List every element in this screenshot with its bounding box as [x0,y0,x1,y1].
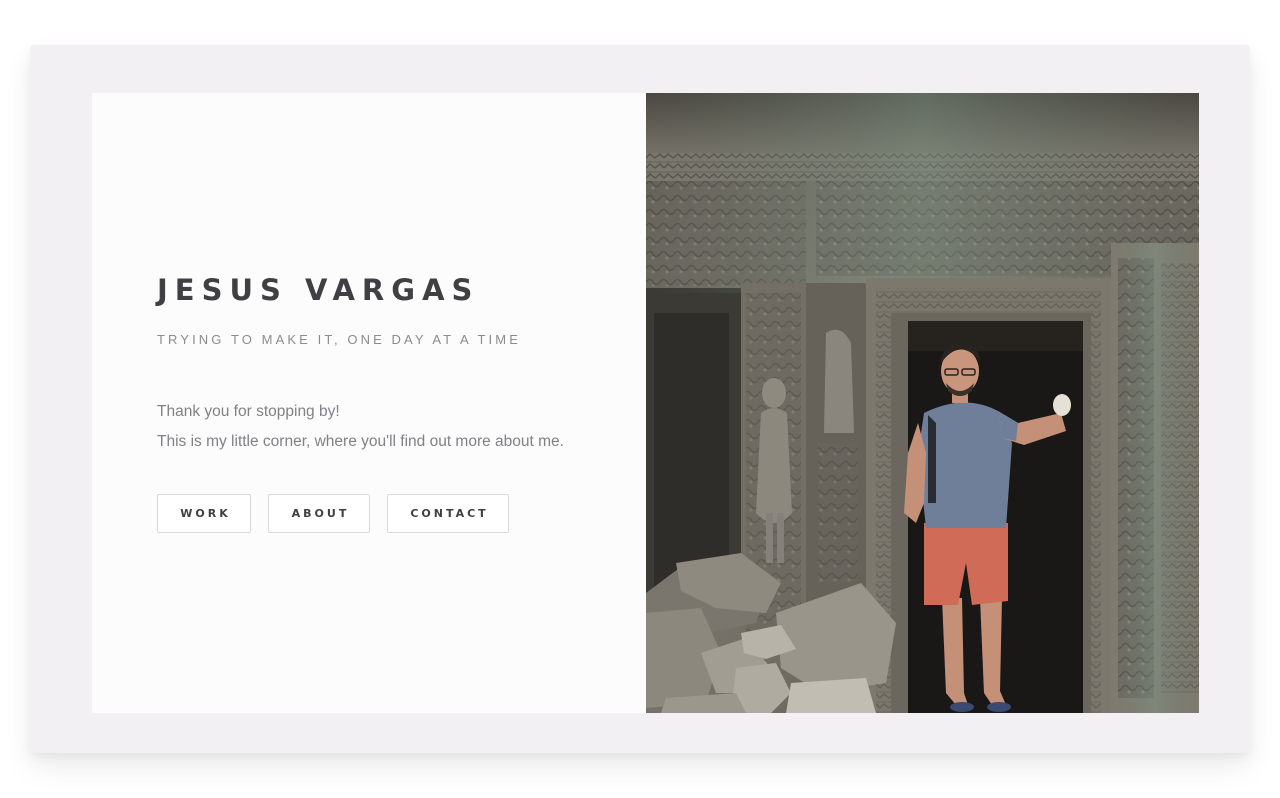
main-nav: WORK ABOUT CONTACT [157,494,526,533]
intro-line-2: This is my little corner, where you'll f… [157,433,564,450]
work-button[interactable]: WORK [157,494,251,533]
contact-button[interactable]: CONTACT [387,494,509,533]
about-button[interactable]: ABOUT [268,494,370,533]
intro-panel: JESUS VARGAS TRYING TO MAKE IT, ONE DAY … [92,93,646,713]
intro-text: Thank you for stopping by! This is my li… [157,397,564,457]
temple-photo-illustration [646,93,1199,713]
site-tagline: TRYING TO MAKE IT, ONE DAY AT A TIME [157,332,521,347]
hero-card: JESUS VARGAS TRYING TO MAKE IT, ONE DAY … [92,93,1199,713]
profile-photo [646,93,1199,713]
page-frame: JESUS VARGAS TRYING TO MAKE IT, ONE DAY … [30,45,1250,753]
site-title: JESUS VARGAS [157,273,480,307]
intro-line-1: Thank you for stopping by! [157,403,340,420]
